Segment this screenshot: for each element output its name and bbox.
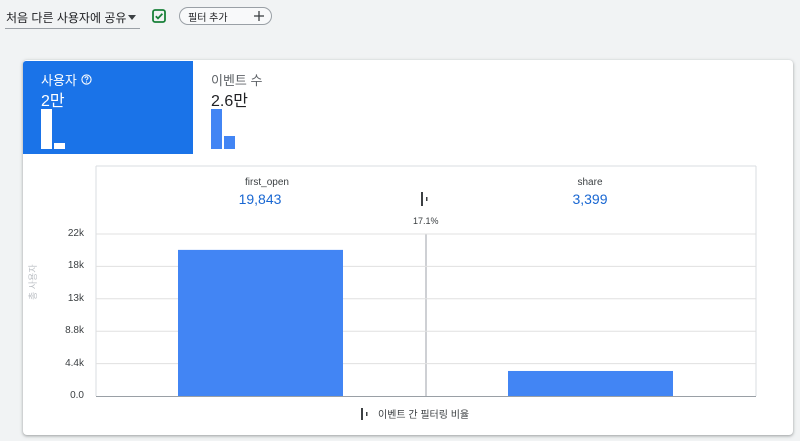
conversion-rate: 17.1% [413, 216, 439, 226]
chart-legend: 이벤트 간 필터링 비율 [360, 406, 469, 421]
y-tick-label: 8.8k [65, 325, 84, 337]
funnel-chart-svg [95, 165, 757, 397]
step-value-2[interactable]: 3,399 [530, 191, 650, 207]
step-label-1: first_open [245, 177, 289, 188]
y-tick-label: 4.4k [65, 357, 84, 369]
step-value-1[interactable]: 19,843 [200, 191, 320, 207]
step-label-2: share [577, 177, 603, 188]
y-axis-label: 총 사용자 [28, 264, 38, 300]
funnel-chart: first_open 19,843 share 3,399 17.1% 0.0 4… [0, 0, 800, 441]
y-tick-label: 13k [67, 292, 84, 304]
rate-bar-icon [361, 407, 368, 420]
y-tick-label: 18k [67, 260, 84, 272]
y-tick-label: 0.0 [70, 390, 84, 401]
bar-first_open[interactable] [178, 249, 343, 396]
rate-bar-icon [421, 192, 428, 206]
bar-share[interactable] [508, 370, 673, 396]
legend-label: 이벤트 간 필터링 비율 [378, 410, 470, 421]
y-tick-label: 22k [67, 228, 84, 239]
